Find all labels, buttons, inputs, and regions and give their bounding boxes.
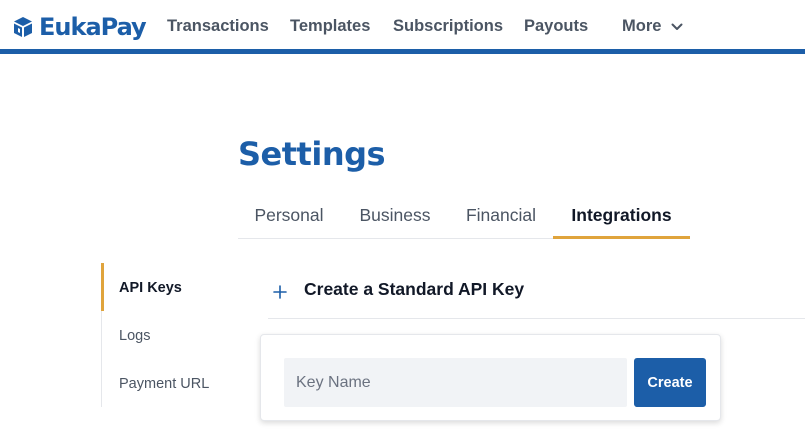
nav-more-label: More — [622, 17, 662, 35]
side-item-api-keys[interactable]: API Keys — [101, 263, 241, 311]
brand-logo[interactable]: EukaPay — [11, 10, 147, 44]
nav-transactions[interactable]: Transactions — [167, 17, 269, 36]
create-api-key-card: Create — [260, 334, 721, 421]
nav-templates[interactable]: Templates — [290, 17, 370, 36]
section-title: Create a Standard API Key — [304, 279, 525, 299]
nav-subscriptions[interactable]: Subscriptions — [393, 17, 503, 36]
page-title: Settings — [238, 135, 386, 173]
chevron-down-icon — [671, 23, 683, 30]
plus-icon — [273, 285, 287, 299]
brand-name: EukaPay — [39, 13, 147, 41]
top-navbar: EukaPay Transactions Templates Subscript… — [0, 0, 805, 54]
create-button[interactable]: Create — [634, 358, 706, 407]
nav-more-dropdown[interactable]: More — [622, 17, 683, 36]
tab-personal[interactable]: Personal — [238, 195, 340, 239]
cube-icon — [14, 17, 32, 37]
key-name-input[interactable] — [284, 358, 627, 407]
side-item-logs[interactable]: Logs — [102, 311, 242, 359]
tab-integrations[interactable]: Integrations — [553, 195, 690, 239]
create-api-key-toggle[interactable]: Create a Standard API Key — [268, 279, 805, 319]
integrations-side-menu: API Keys Logs Payment URL — [101, 263, 241, 407]
tab-financial[interactable]: Financial — [450, 195, 552, 239]
nav-payouts[interactable]: Payouts — [524, 17, 588, 36]
settings-tabs: Personal Business Financial Integrations — [238, 195, 690, 239]
side-item-payment-url[interactable]: Payment URL — [102, 359, 242, 407]
tab-business[interactable]: Business — [340, 195, 450, 239]
